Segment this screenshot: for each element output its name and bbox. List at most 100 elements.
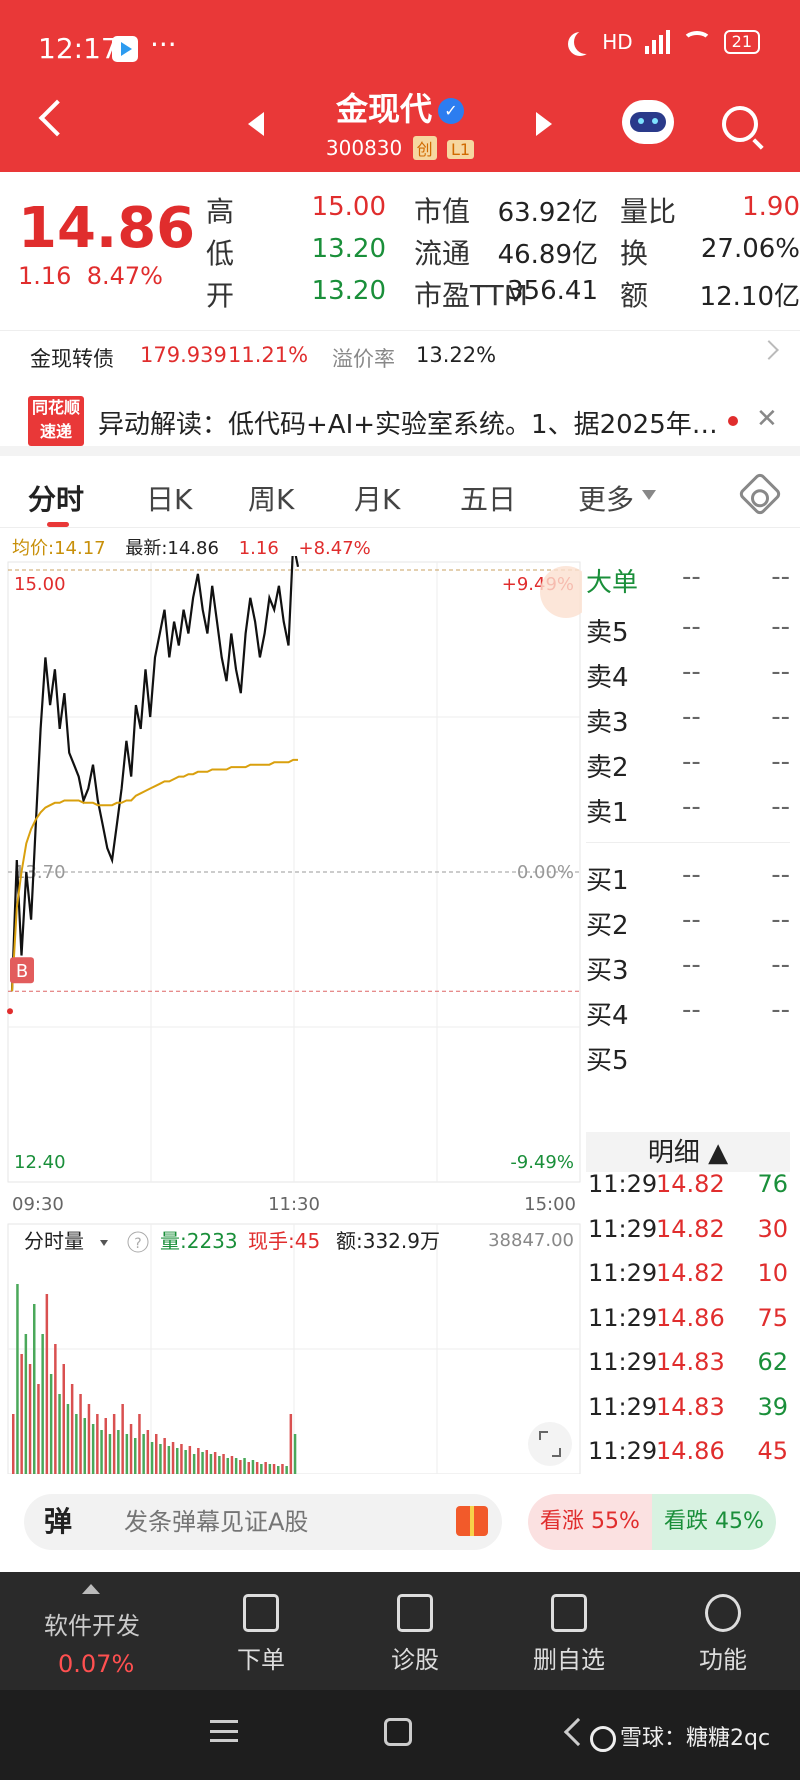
gift-icon[interactable] [456,1506,488,1536]
news-banner[interactable]: 同花顺 速递 异动解读：低代码+AI+实验室系统。1、据2025年… ✕ [0,390,800,456]
tick-qty: 75 [757,1303,788,1332]
news-logo-bottom: 速递 [39,422,72,441]
stock-title: 金现代 ✓ [0,84,800,130]
quote-value: 13.20 [311,276,386,306]
quote-label: 低 [206,237,235,270]
tick-time: 11:29 [588,1170,658,1198]
volume-bar [205,1450,208,1474]
tab-underline [47,522,69,527]
stock-name: 金现代 [335,90,432,128]
vote-bearish-button[interactable]: 看跌 45% [652,1494,776,1550]
volume-bar [58,1394,61,1474]
sector-percent: 0.07% [58,1650,135,1678]
hand-value: 现手:45 [248,1229,320,1253]
quote-value: 13.20 [311,234,386,264]
quote-value: 27.06% [700,234,800,264]
volume-chart[interactable]: 分时量 量:2233 现手:45 额:332.9万? 38847.00 [0,1218,582,1474]
stock-code: 300830 [325,136,403,160]
volume-bar [146,1430,150,1474]
diagnose-button[interactable]: 诊股 [360,1594,470,1675]
volume-bar [117,1430,120,1474]
quote-value: 12.10亿 [699,282,800,312]
tick-time: 11:29 [588,1259,658,1287]
volume-bar [20,1354,23,1474]
order-book-label: 买4 [586,1001,629,1031]
volume-bar [188,1446,192,1474]
volume-label: 分时量 [24,1229,84,1253]
order-book-label: 卖4 [586,663,629,693]
tab-4[interactable]: 五日 [460,478,516,518]
order-book-label: 卖1 [586,798,629,828]
search-icon[interactable] [722,106,758,142]
danmu-bar: 弹 [24,1494,502,1550]
tab-3[interactable]: 月K [354,478,400,518]
intraday-chart[interactable]: 15.0013.7012.40+9.49%0.00%-9.49%09:30 11:… [0,556,582,1218]
watermark-text: 雪球：糖糖2qc [620,1726,771,1751]
volume-bar [155,1434,158,1474]
functions-label: 功能 [699,1646,747,1674]
quote-value: 63.92亿 [497,198,598,228]
quote-value: 356.41 [507,276,598,306]
tab-1[interactable]: 日K [146,478,192,518]
volume-bar [167,1446,171,1474]
volume-bar [239,1460,242,1474]
menu-icon[interactable] [210,1720,238,1742]
order-button[interactable]: 下单 [206,1594,316,1675]
volume-bar [171,1442,175,1474]
order-book-volume: -- [771,860,790,890]
volume-bar [100,1430,103,1474]
functions-button[interactable]: 功能 [668,1594,778,1675]
order-book-volume: -- [771,657,790,687]
home-icon[interactable] [384,1718,412,1746]
volume-bar [234,1458,238,1474]
volume-bar [24,1334,28,1474]
order-book-price: -- [682,657,701,687]
danmu-icon: 弹 [44,1505,73,1538]
tick-qty: 10 [757,1259,788,1287]
network-label: HD [602,30,633,54]
quote-value: 1.90 [742,192,800,222]
volume-bar [79,1394,82,1474]
volume-bar [138,1414,141,1474]
volume-bar [264,1462,267,1474]
quote-value: 46.89亿 [497,240,598,270]
tick-time: 11:29 [588,1348,658,1376]
tick-qty: 45 [757,1437,788,1465]
volume-bar [272,1464,276,1474]
nav-back-icon[interactable] [563,1717,593,1747]
robot-assistant-icon[interactable] [622,100,674,144]
danmu-input[interactable] [104,1494,404,1550]
remove-watchlist-button[interactable]: 删自选 [514,1594,624,1675]
detail-header[interactable]: 明细 ▲ [586,1132,790,1172]
close-icon[interactable]: ✕ [756,404,778,434]
bond-price: 179.939 [140,343,227,367]
volume-bar [33,1304,36,1474]
tick-qty: 39 [757,1392,788,1421]
volume-bar [247,1462,250,1474]
diagnose-label: 诊股 [391,1646,439,1674]
sector-name[interactable]: 软件开发 [44,1606,140,1641]
volume-bar [37,1384,40,1474]
dropdown-caret-icon [642,490,656,500]
volume-bar [255,1462,259,1474]
volume-bar [62,1364,65,1474]
volume-bar [201,1452,204,1474]
volume-bar [129,1424,133,1474]
news-text[interactable]: 异动解读：低代码+AI+实验室系统。1、据2025年… [98,404,718,441]
x-label: 09:30 [12,1194,64,1215]
convertible-bond-row[interactable]: 金现转债 179.939 11.21% 溢价率 13.22% [0,330,800,380]
caret-up-icon[interactable] [82,1584,100,1594]
x-label: 11:30 [268,1194,320,1215]
tick-qty: 30 [757,1214,788,1243]
status-icons: HD 21 [566,30,760,54]
volume-bar [163,1438,166,1474]
volume-bar [192,1454,196,1474]
quote-label: 流通 [414,237,471,270]
vote-bullish-button[interactable]: 看涨 55% [528,1494,652,1550]
order-book-label: 卖3 [586,708,629,738]
status-more-dots: ··· [150,28,177,61]
tab-5[interactable]: 更多 [578,478,634,518]
tab-2[interactable]: 周K [248,478,294,518]
tab-0[interactable]: 分时 [28,478,84,518]
volume-bar [184,1450,187,1474]
